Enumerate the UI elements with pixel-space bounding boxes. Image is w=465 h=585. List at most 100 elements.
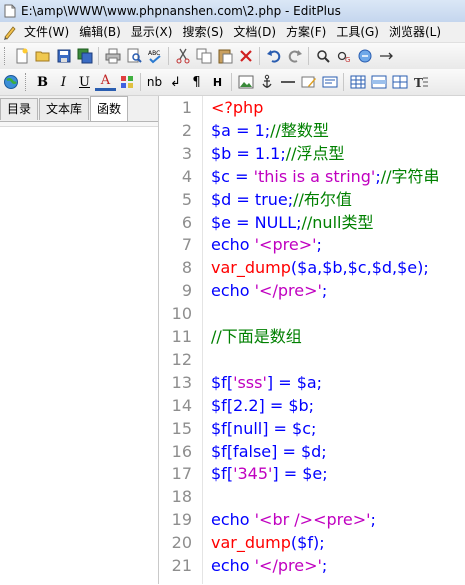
code-token: ; — [321, 556, 328, 575]
code-token: //下面是数组 — [211, 327, 302, 346]
code-line[interactable]: $f['sss'] = $a; — [211, 373, 322, 393]
heading-icon[interactable]: H — [207, 72, 228, 92]
code-token: ; — [321, 281, 328, 301]
code-editor[interactable]: 1 2 3 4 5 6 7 8 9 10 11 12 13 14 15 16 17 18 19 20 21 <?php $… — [160, 96, 465, 584]
color-picker-icon[interactable] — [116, 72, 137, 92]
menu-browser[interactable]: 浏览器(L) — [384, 22, 446, 42]
code-line[interactable]: $c = 'this is a string';//字符串 — [211, 167, 440, 187]
print-icon[interactable] — [102, 46, 123, 66]
title-bar: E:\amp\WWW\www.phpnanshen.com\2.php - Ed… — [0, 0, 465, 23]
code-token: ($a,$b,$c,$d,$e); — [290, 258, 429, 278]
replace-icon[interactable]: G — [333, 46, 354, 66]
save-all-icon[interactable] — [74, 46, 95, 66]
font-size-icon[interactable]: T — [410, 72, 431, 92]
code-token: //整数型 — [270, 120, 329, 140]
underline-icon[interactable]: U — [74, 72, 95, 92]
menu-project[interactable]: 方案(F) — [281, 22, 331, 42]
code-line[interactable]: $d = true;//布尔值 — [211, 190, 352, 210]
menu-bar: 文件(W) 编辑(B) 显示(X) 搜索(S) 文档(D) 方案(F) 工具(G… — [0, 22, 465, 43]
spellcheck-icon[interactable]: ABC — [144, 46, 165, 66]
code-token: ; — [316, 235, 322, 255]
table-row-icon[interactable] — [368, 72, 389, 92]
menu-tools[interactable]: 工具(G) — [331, 22, 384, 42]
print-preview-icon[interactable] — [123, 46, 144, 66]
globe-icon[interactable] — [0, 72, 21, 92]
code-line[interactable]: var_dump($f); — [211, 533, 325, 553]
side-panel-tabs: 目录 文本库 函数 — [0, 96, 158, 121]
code-line[interactable]: <?php — [211, 98, 263, 118]
copy-icon[interactable] — [193, 46, 214, 66]
code-line[interactable]: //下面是数组 — [211, 327, 302, 347]
code-line[interactable]: $e = NULL;//null类型 — [211, 213, 373, 233]
line-number: 6 — [181, 212, 192, 232]
image-icon[interactable] — [235, 72, 256, 92]
redo-icon[interactable] — [284, 46, 305, 66]
code-token: 'sss' — [233, 372, 267, 392]
line-number: 8 — [181, 258, 192, 278]
find-icon[interactable] — [312, 46, 333, 66]
goto-icon[interactable] — [354, 46, 375, 66]
rule-icon[interactable] — [277, 72, 298, 92]
tab-functions[interactable]: 函数 — [90, 96, 129, 121]
code-line[interactable]: $a = 1;//整数型 — [211, 121, 329, 141]
function-list[interactable] — [0, 121, 158, 585]
side-panel: 目录 文本库 函数 — [0, 96, 159, 585]
code-line[interactable]: echo '<pre>'; — [211, 235, 322, 255]
table-cell-icon[interactable] — [389, 72, 410, 92]
code-token: $f[2.2] = $b; — [211, 395, 315, 415]
code-line[interactable]: echo '</pre>'; — [211, 556, 327, 576]
paragraph-icon[interactable]: ¶ — [186, 72, 207, 92]
code-line[interactable]: $b = 1.1;//浮点型 — [211, 144, 345, 164]
code-token: //null类型 — [301, 212, 374, 232]
form-icon[interactable] — [319, 72, 340, 92]
delete-icon[interactable] — [235, 46, 256, 66]
cut-icon[interactable] — [172, 46, 193, 66]
menu-view[interactable]: 显示(X) — [126, 22, 178, 42]
toolbar-separator — [308, 47, 309, 65]
menu-edit[interactable]: 编辑(B) — [74, 22, 126, 42]
line-break-icon[interactable]: ↲ — [165, 72, 186, 92]
code-token: //字符串 — [380, 166, 440, 186]
code-token: '</pre>' — [254, 281, 322, 301]
code-token: $f[false] = $d; — [211, 441, 327, 461]
toolbar-separator — [168, 47, 169, 65]
code-token: echo — [211, 510, 255, 530]
line-number: 3 — [181, 143, 192, 163]
code-token: $d = true; — [211, 189, 294, 209]
svg-text:G: G — [345, 56, 350, 64]
code-area[interactable]: <?php $a = 1;//整数型 $b = 1.1;//浮点型 $c = 'thi… — [202, 96, 465, 584]
pen-icon — [4, 26, 16, 40]
save-icon[interactable] — [53, 46, 74, 66]
anchor-icon[interactable] — [256, 72, 277, 92]
line-number: 16 — [171, 441, 192, 461]
bold-icon[interactable]: B — [32, 72, 53, 92]
menu-file[interactable]: 文件(W) — [22, 22, 74, 42]
paste-icon[interactable] — [214, 46, 235, 66]
code-line[interactable]: $f[false] = $d; — [211, 442, 327, 462]
italic-icon[interactable]: I — [53, 72, 74, 92]
tab-cliptext[interactable]: 文本库 — [39, 98, 90, 120]
nbsp-icon[interactable]: nb — [144, 72, 165, 92]
svg-text:T: T — [414, 76, 423, 90]
file-icon — [4, 4, 16, 18]
code-line[interactable]: $f[null] = $c; — [211, 419, 316, 439]
undo-icon[interactable] — [263, 46, 284, 66]
font-color-icon[interactable]: A — [95, 73, 116, 91]
code-line[interactable]: $f['345'] = $e; — [211, 464, 328, 484]
code-line[interactable]: echo '<br /><pre>'; — [211, 510, 376, 530]
toggle-icon[interactable] — [375, 46, 396, 66]
code-line[interactable]: echo '</pre>'; — [211, 281, 327, 301]
toolbar-grip[interactable] — [4, 47, 8, 65]
code-token: echo — [211, 235, 255, 255]
code-line[interactable]: var_dump($a,$b,$c,$d,$e); — [211, 258, 429, 278]
table-icon[interactable] — [347, 72, 368, 92]
menu-search[interactable]: 搜索(S) — [177, 22, 228, 42]
edit-icon[interactable] — [298, 72, 319, 92]
line-number: 7 — [181, 235, 192, 255]
menu-document[interactable]: 文档(D) — [228, 22, 281, 42]
open-folder-icon[interactable] — [32, 46, 53, 66]
tab-directory[interactable]: 目录 — [0, 98, 39, 120]
code-line[interactable]: $f[2.2] = $b; — [211, 396, 314, 416]
new-file-icon[interactable] — [11, 46, 32, 66]
toolbar-grip[interactable] — [25, 73, 29, 91]
